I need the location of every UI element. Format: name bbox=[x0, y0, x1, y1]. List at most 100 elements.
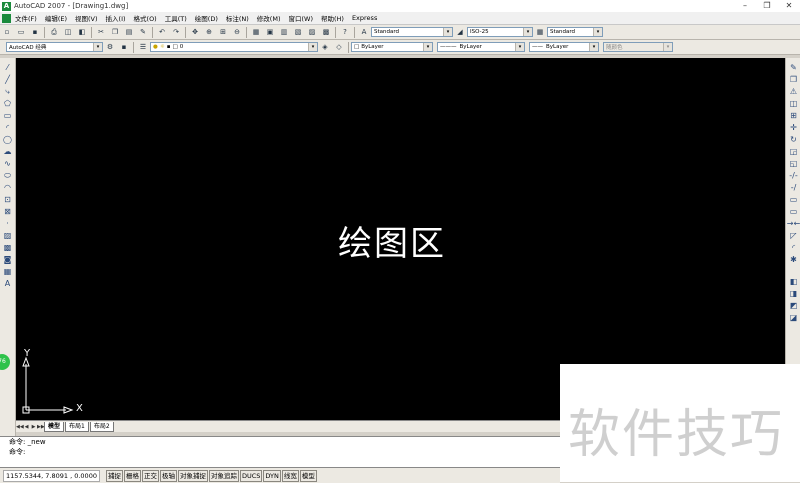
workspace-select[interactable]: AutoCAD 经典 ▾ bbox=[6, 42, 103, 52]
copy-icon[interactable]: ❐ bbox=[109, 26, 121, 38]
region-icon[interactable]: ◙ bbox=[2, 254, 13, 265]
paste-icon[interactable]: ▤ bbox=[123, 26, 135, 38]
point-icon[interactable]: · bbox=[2, 218, 13, 229]
ortho-toggle[interactable]: 正交 bbox=[141, 469, 159, 482]
copy-object-icon[interactable]: ❐ bbox=[788, 74, 799, 85]
table-style-select[interactable]: Standard ▾ bbox=[547, 27, 603, 37]
first-tab-button[interactable]: ◀◀ bbox=[16, 423, 24, 431]
offset-icon[interactable]: ◫ bbox=[788, 98, 799, 109]
construction-line-icon[interactable]: ╱ bbox=[2, 74, 13, 85]
preview-icon[interactable]: ◫ bbox=[62, 26, 74, 38]
snap-toggle[interactable]: 捕捉 bbox=[105, 469, 123, 482]
pan-icon[interactable]: ✥ bbox=[189, 26, 201, 38]
markup-icon[interactable]: ▨ bbox=[306, 26, 318, 38]
menu-dimension[interactable]: 标注(N) bbox=[226, 13, 249, 23]
osnap-toggle[interactable]: 对象捕捉 bbox=[177, 469, 208, 482]
redo-icon[interactable]: ↷ bbox=[170, 26, 182, 38]
color-select[interactable]: □ ByLayer ▾ bbox=[351, 42, 433, 52]
menu-edit[interactable]: 编辑(E) bbox=[45, 13, 67, 23]
cut-icon[interactable]: ✂ bbox=[95, 26, 107, 38]
menu-view[interactable]: 视图(V) bbox=[75, 13, 98, 23]
menu-window[interactable]: 窗口(W) bbox=[288, 13, 313, 23]
dyn-toggle[interactable]: DYN bbox=[263, 469, 281, 482]
menu-file[interactable]: 文件(F) bbox=[15, 13, 37, 23]
arc-icon[interactable]: ◜ bbox=[2, 122, 13, 133]
lineweight-toggle[interactable]: 线宽 bbox=[281, 469, 299, 482]
move-icon[interactable]: ✛ bbox=[788, 122, 799, 133]
send-to-back-icon[interactable]: ◩ bbox=[788, 300, 799, 311]
otrack-toggle[interactable]: 对象追踪 bbox=[208, 469, 239, 482]
line-icon[interactable]: ⁄ bbox=[2, 62, 13, 73]
plot-style-select[interactable]: 随颜色 ▾ bbox=[603, 42, 673, 52]
menu-format[interactable]: 格式(O) bbox=[134, 13, 157, 23]
ducs-toggle[interactable]: DUCS bbox=[239, 469, 263, 482]
command-window[interactable]: 命令: _new 命令: bbox=[0, 436, 560, 467]
workspace-save-icon[interactable]: ▪ bbox=[118, 41, 130, 53]
layer-select[interactable]: ● ☼ ▪ □ 0 ▾ bbox=[150, 42, 318, 52]
zoom-realtime-icon[interactable]: ⊕ bbox=[203, 26, 215, 38]
join-icon[interactable]: →← bbox=[787, 218, 800, 229]
workspace-settings-icon[interactable]: ⚙ bbox=[104, 41, 116, 53]
erase-icon[interactable]: ✎ bbox=[788, 62, 799, 73]
rotate-icon[interactable]: ↻ bbox=[788, 134, 799, 145]
menu-help[interactable]: 帮助(H) bbox=[321, 13, 344, 23]
layer-manager-icon[interactable]: ☰ bbox=[137, 41, 149, 53]
maximize-button[interactable]: ❐ bbox=[756, 0, 778, 12]
circle-icon[interactable]: ◯ bbox=[2, 134, 13, 145]
zoom-previous-icon[interactable]: ⊖ bbox=[231, 26, 243, 38]
make-block-icon[interactable]: ⊠ bbox=[2, 206, 13, 217]
next-tab-button[interactable]: ▶ bbox=[30, 423, 37, 431]
array-icon[interactable]: ⊞ bbox=[788, 110, 799, 121]
model-toggle[interactable]: 模型 bbox=[299, 469, 317, 482]
tab-model[interactable]: 模型 bbox=[44, 421, 65, 432]
open-icon[interactable]: ▭ bbox=[15, 26, 27, 38]
text-style-select[interactable]: Standard ▾ bbox=[371, 27, 453, 37]
menu-tools[interactable]: 工具(T) bbox=[165, 13, 187, 23]
help-icon[interactable]: ? bbox=[339, 26, 351, 38]
layer-previous-icon[interactable]: ◇ bbox=[333, 41, 345, 53]
polygon-icon[interactable]: ⬠ bbox=[2, 98, 13, 109]
insert-block-icon[interactable]: ⊡ bbox=[2, 194, 13, 205]
bring-above-icon[interactable]: ◪ bbox=[788, 312, 799, 323]
revision-cloud-icon[interactable]: ☁ bbox=[2, 146, 13, 157]
design-center-icon[interactable]: ▣ bbox=[264, 26, 276, 38]
zoom-window-icon[interactable]: ⊞ bbox=[217, 26, 229, 38]
table-icon[interactable]: ▦ bbox=[2, 266, 13, 277]
menu-express[interactable]: Express bbox=[352, 14, 377, 22]
grid-toggle[interactable]: 栅格 bbox=[123, 469, 141, 482]
lineweight-select[interactable]: —— ByLayer ▾ bbox=[529, 42, 599, 52]
extend-icon[interactable]: -/ bbox=[788, 182, 799, 193]
polar-toggle[interactable]: 极轴 bbox=[159, 469, 177, 482]
spline-icon[interactable]: ∿ bbox=[2, 158, 13, 169]
menu-insert[interactable]: 插入(I) bbox=[106, 13, 126, 23]
dim-style-select[interactable]: ISO-25 ▾ bbox=[467, 27, 533, 37]
stretch-icon[interactable]: ◱ bbox=[788, 158, 799, 169]
menu-draw[interactable]: 绘图(D) bbox=[195, 13, 218, 23]
explode-icon[interactable]: ✱ bbox=[788, 254, 799, 265]
calculator-icon[interactable]: ▩ bbox=[320, 26, 332, 38]
tab-layout1[interactable]: 布局1 bbox=[65, 421, 89, 432]
command-prompt[interactable]: 命令: bbox=[0, 447, 560, 457]
make-layer-current-icon[interactable]: ◈ bbox=[319, 41, 331, 53]
menu-modify[interactable]: 修改(M) bbox=[257, 13, 281, 23]
document-icon[interactable] bbox=[2, 13, 11, 23]
bring-to-front-icon[interactable]: ◨ bbox=[788, 288, 799, 299]
ellipse-icon[interactable]: ⬭ bbox=[2, 170, 13, 181]
rectangle-icon[interactable]: ▭ bbox=[2, 110, 13, 121]
trim-icon[interactable]: -/- bbox=[788, 170, 799, 181]
close-button[interactable]: ✕ bbox=[778, 0, 800, 12]
hatch-icon[interactable]: ▨ bbox=[2, 230, 13, 241]
break-icon[interactable]: ▭ bbox=[788, 206, 799, 217]
new-icon[interactable]: ▫ bbox=[1, 26, 13, 38]
minimize-button[interactable]: – bbox=[734, 0, 756, 12]
print-icon[interactable]: ⎙ bbox=[48, 26, 60, 38]
break-at-point-icon[interactable]: ▭ bbox=[788, 194, 799, 205]
sheet-set-icon[interactable]: ▧ bbox=[292, 26, 304, 38]
match-properties-icon[interactable]: ✎ bbox=[137, 26, 149, 38]
linetype-select[interactable]: ——— ByLayer ▾ bbox=[437, 42, 525, 52]
chamfer-icon[interactable]: ◸ bbox=[788, 230, 799, 241]
properties-icon[interactable]: ▦ bbox=[250, 26, 262, 38]
undo-icon[interactable]: ↶ bbox=[156, 26, 168, 38]
scale-icon[interactable]: ◲ bbox=[788, 146, 799, 157]
polyline-icon[interactable]: ⤷ bbox=[2, 86, 13, 97]
